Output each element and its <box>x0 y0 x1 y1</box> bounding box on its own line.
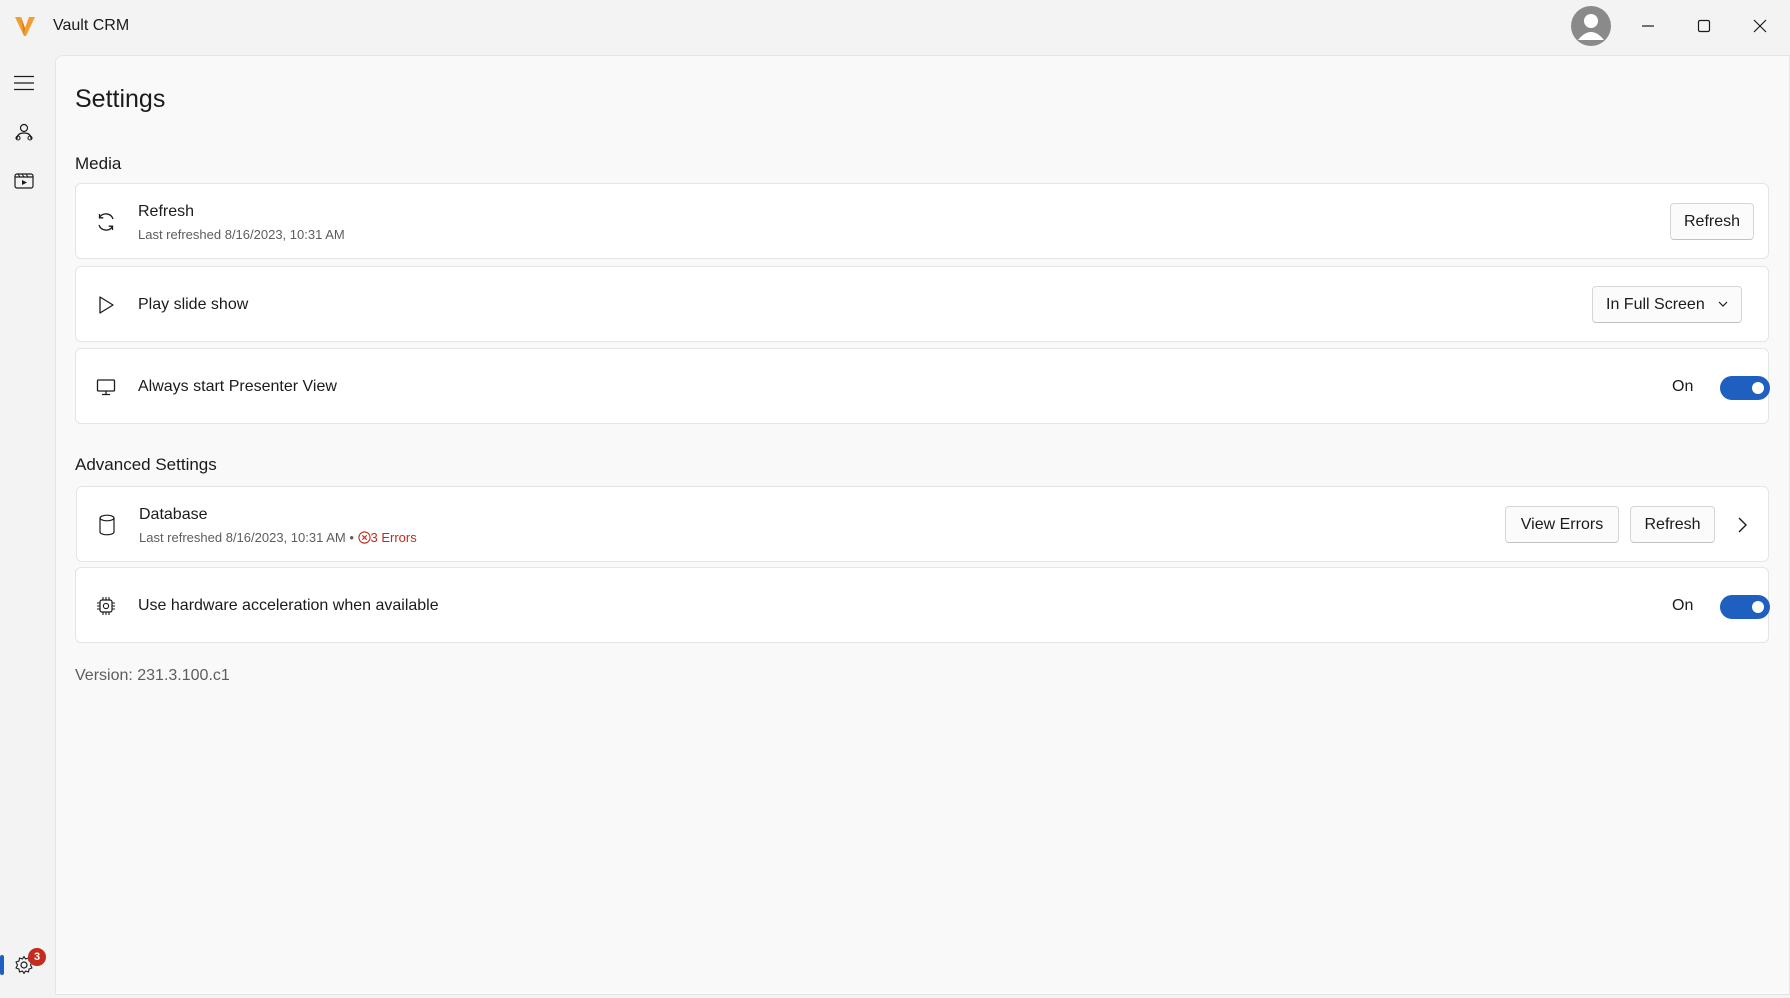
chevron-right-icon[interactable] <box>1731 514 1753 536</box>
hardware-acceleration-state-label: On <box>1672 597 1694 614</box>
hardware-acceleration-card: Use hardware acceleration when available… <box>75 567 1770 643</box>
maximize-icon <box>1697 19 1711 33</box>
version-label: Version: 231.3.100.c1 <box>75 667 230 684</box>
chip-icon <box>94 594 118 618</box>
refresh-subtitle: Last refreshed 8/16/2023, 10:31 AM <box>138 227 345 242</box>
media-icon <box>14 173 34 189</box>
page-title: Settings <box>75 85 166 113</box>
navigation-rail: 3 <box>0 55 55 998</box>
slideshow-title: Play slide show <box>138 296 249 313</box>
advanced-section-title: Advanced Settings <box>75 455 217 474</box>
close-button[interactable] <box>1732 0 1788 52</box>
chevron-down-icon <box>1718 301 1728 307</box>
refresh-title: Refresh <box>138 203 195 220</box>
database-refresh-button[interactable]: Refresh <box>1630 506 1715 543</box>
app-title: Vault CRM <box>53 17 130 34</box>
media-refresh-card: Refresh Last refreshed 8/16/2023, 10:31 … <box>75 183 1769 259</box>
hamburger-icon <box>14 75 34 91</box>
database-subtitle: Last refreshed 8/16/2023, 10:31 AM • 3 E… <box>139 530 417 545</box>
nav-menu-button[interactable] <box>6 65 42 101</box>
maximize-button[interactable] <box>1676 0 1732 52</box>
play-icon <box>94 293 118 317</box>
settings-page: Settings Media Refresh Last refreshed 8/… <box>55 55 1790 995</box>
toggle-knob <box>1752 601 1764 613</box>
monitor-icon <box>94 375 118 399</box>
database-card: Database Last refreshed 8/16/2023, 10:31… <box>76 486 1769 562</box>
accounts-icon <box>15 123 33 141</box>
database-errors: 3 Errors <box>357 530 417 545</box>
database-title: Database <box>139 506 208 523</box>
subtitle-separator: • <box>349 530 354 545</box>
error-circle-icon <box>357 531 371 544</box>
database-icon <box>95 513 119 537</box>
minimize-icon <box>1642 25 1654 27</box>
presenter-view-card: Always start Presenter View On <box>75 348 1770 424</box>
minimize-button[interactable] <box>1620 0 1676 52</box>
toggle-knob <box>1752 382 1764 394</box>
sync-icon <box>94 210 118 234</box>
vault-logo-icon <box>13 14 37 38</box>
hardware-acceleration-toggle[interactable] <box>1720 595 1770 619</box>
media-refresh-button[interactable]: Refresh <box>1670 203 1754 240</box>
presenter-view-title: Always start Presenter View <box>138 378 337 395</box>
slideshow-mode-dropdown[interactable]: In Full Screen <box>1592 286 1742 323</box>
presenter-view-toggle[interactable] <box>1720 376 1770 400</box>
title-bar: Vault CRM <box>0 0 1790 55</box>
view-errors-button[interactable]: View Errors <box>1505 506 1619 543</box>
database-last-refreshed: Last refreshed 8/16/2023, 10:31 AM <box>139 530 346 545</box>
close-icon <box>1753 19 1767 33</box>
settings-notification-badge: 3 <box>28 948 46 966</box>
presenter-view-state-label: On <box>1672 378 1694 395</box>
slideshow-mode-value: In Full Screen <box>1606 295 1705 313</box>
media-section-title: Media <box>75 154 122 173</box>
nav-accounts-button[interactable] <box>6 114 42 150</box>
hardware-acceleration-title: Use hardware acceleration when available <box>138 597 439 614</box>
database-errors-label: 3 Errors <box>370 530 417 545</box>
profile-avatar[interactable] <box>1571 6 1611 46</box>
active-nav-indicator <box>0 955 4 975</box>
nav-media-button[interactable] <box>6 162 42 198</box>
slideshow-card: Play slide show In Full Screen <box>75 266 1769 342</box>
